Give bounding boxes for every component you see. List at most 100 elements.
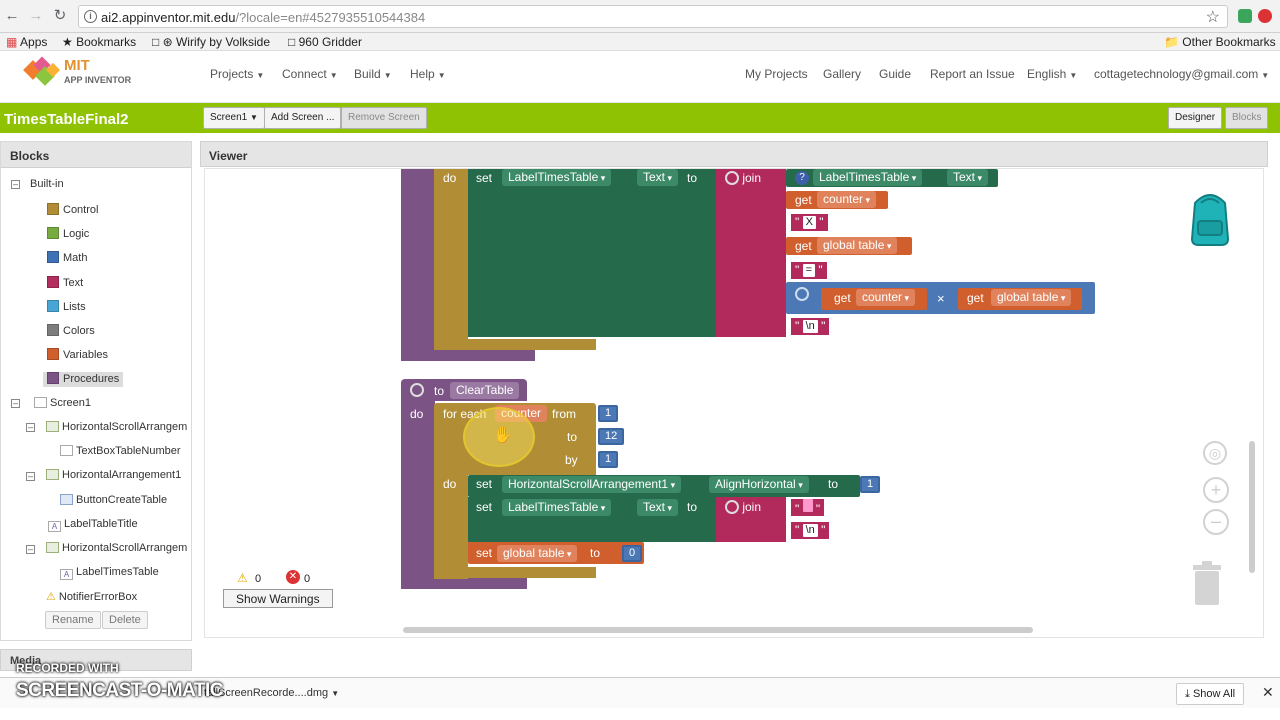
- to-number[interactable]: 12: [598, 428, 625, 445]
- extension-icon-red[interactable]: [1258, 9, 1272, 23]
- category-lists[interactable]: Lists: [47, 300, 86, 313]
- gear-icon[interactable]: [725, 171, 739, 185]
- back-icon[interactable]: ←: [4, 8, 20, 24]
- star-icon[interactable]: ☆: [1206, 7, 1220, 27]
- component-dropdown[interactable]: LabelTimesTable: [502, 169, 612, 186]
- category-colors[interactable]: Colors: [47, 324, 95, 337]
- join-block[interactable]: [716, 169, 786, 337]
- property-dropdown[interactable]: Text: [637, 499, 679, 516]
- tree-button[interactable]: ButtonCreateTable: [60, 494, 167, 506]
- menu-language[interactable]: English ▼: [1027, 67, 1077, 81]
- property-dropdown[interactable]: Text: [637, 169, 679, 186]
- tree-notifier[interactable]: ⚠ NotifierErrorBox: [46, 590, 137, 603]
- var-dropdown[interactable]: counter: [817, 191, 877, 208]
- bookmark-bookmarks[interactable]: ★ Bookmarks: [62, 35, 136, 49]
- center-icon[interactable]: ◎: [1203, 441, 1227, 465]
- horizontal-scrollbar[interactable]: [403, 627, 1033, 633]
- bookmark-other[interactable]: 📁 Other Bookmarks: [1164, 35, 1276, 49]
- menu-build[interactable]: Build ▼: [354, 67, 392, 81]
- tree-hscroll-1[interactable]: HorizontalScrollArrangem: [46, 421, 187, 433]
- link-report-issue[interactable]: Report an Issue: [930, 67, 1015, 81]
- by-number[interactable]: 1: [598, 451, 619, 468]
- tree-hscroll-2[interactable]: HorizontalScrollArrangem: [46, 542, 187, 554]
- component-dropdown[interactable]: LabelTimesTable: [502, 499, 612, 516]
- vertical-scrollbar[interactable]: [1249, 441, 1255, 573]
- address-bar[interactable]: i ai2.appinventor.mit.edu/?locale=en#452…: [78, 5, 1228, 28]
- collapse-icon[interactable]: –: [26, 423, 35, 432]
- set-text-block[interactable]: [468, 169, 716, 337]
- screen-select[interactable]: Screen1 ▼: [203, 107, 265, 129]
- collapse-icon[interactable]: –: [11, 399, 20, 408]
- delete-button[interactable]: Delete: [102, 611, 148, 629]
- procedure-block-body[interactable]: [401, 169, 435, 361]
- mit-logo-icon[interactable]: [22, 55, 62, 89]
- collapse-icon[interactable]: –: [26, 472, 35, 481]
- forward-icon[interactable]: →: [28, 8, 44, 24]
- tree-label-title[interactable]: A LabelTableTitle: [48, 518, 138, 532]
- tree-screen1[interactable]: Screen1: [34, 397, 91, 409]
- join-label: join: [725, 500, 761, 514]
- from-number[interactable]: 1: [598, 405, 619, 422]
- get-component-dropdown[interactable]: LabelTimesTable: [813, 169, 923, 186]
- bookmark-apps[interactable]: ▦ Apps: [6, 35, 47, 49]
- collapse-icon[interactable]: –: [26, 545, 35, 554]
- bookmark-wirify[interactable]: □ ⊛ Wirify by Volkside: [152, 35, 270, 49]
- add-screen-button[interactable]: Add Screen ...: [264, 107, 342, 129]
- for-each-block-body[interactable]: [434, 169, 468, 350]
- menu-connect[interactable]: Connect ▼: [282, 67, 338, 81]
- property-dropdown[interactable]: AlignHorizontal: [709, 476, 809, 493]
- var-dropdown[interactable]: global table: [497, 545, 578, 562]
- info-icon[interactable]: i: [84, 10, 97, 23]
- help-icon[interactable]: ?: [795, 171, 809, 185]
- link-guide[interactable]: Guide: [879, 67, 911, 81]
- empty-string-block[interactable]: " ": [791, 499, 825, 516]
- designer-button[interactable]: Designer: [1168, 107, 1223, 129]
- tree-label-times[interactable]: A LabelTimesTable: [60, 566, 159, 580]
- close-icon[interactable]: ✕: [1262, 684, 1274, 701]
- var-dropdown[interactable]: global table: [817, 237, 898, 254]
- category-math[interactable]: Math: [47, 251, 87, 264]
- link-my-projects[interactable]: My Projects: [745, 67, 808, 81]
- collapse-icon[interactable]: –: [11, 180, 20, 189]
- gear-icon[interactable]: [725, 500, 739, 514]
- bookmark-960[interactable]: □ 960 Gridder: [288, 35, 362, 49]
- zero-number[interactable]: 0: [622, 545, 643, 562]
- rename-button[interactable]: Rename: [45, 611, 101, 629]
- var-dropdown[interactable]: global table: [991, 289, 1072, 306]
- category-control[interactable]: Control: [47, 203, 98, 216]
- newline-string-block[interactable]: " \n ": [791, 522, 830, 539]
- category-logic[interactable]: Logic: [47, 227, 89, 240]
- gear-icon[interactable]: [410, 383, 424, 397]
- trash-icon[interactable]: [1191, 559, 1223, 605]
- menu-projects[interactable]: Projects ▼: [210, 67, 264, 81]
- remove-screen-button[interactable]: Remove Screen: [341, 107, 427, 129]
- gear-icon[interactable]: [795, 287, 809, 301]
- blocks-button[interactable]: Blocks: [1225, 107, 1269, 129]
- tree-harrangement[interactable]: HorizontalArrangement1: [46, 469, 181, 481]
- show-warnings-button[interactable]: Show Warnings: [223, 589, 333, 608]
- menu-account[interactable]: cottagetechnology@gmail.com ▼: [1094, 67, 1269, 81]
- align-number[interactable]: 1: [860, 476, 881, 493]
- procedure-cleartable-body[interactable]: [401, 399, 435, 589]
- zoom-out-icon[interactable]: –: [1203, 509, 1229, 535]
- show-all-button[interactable]: ⤓ Show All: [1176, 683, 1245, 705]
- reload-icon[interactable]: ↻: [52, 8, 68, 24]
- tree-textbox[interactable]: TextBoxTableNumber: [60, 445, 181, 457]
- procedure-name-field[interactable]: ClearTable: [450, 382, 520, 399]
- backpack-icon[interactable]: [1181, 189, 1239, 247]
- menu-help[interactable]: Help ▼: [410, 67, 446, 81]
- zoom-in-icon[interactable]: +: [1203, 477, 1229, 503]
- category-variables[interactable]: Variables: [47, 348, 108, 361]
- component-dropdown[interactable]: HorizontalScrollArrangement1: [502, 476, 682, 493]
- extension-icon[interactable]: [1238, 9, 1252, 23]
- text-string-block[interactable]: " \n ": [791, 318, 830, 335]
- download-item[interactable]: tallScreenRecorde....dmg ▼: [200, 684, 370, 704]
- category-text[interactable]: Text: [47, 276, 83, 289]
- category-procedures[interactable]: Procedures: [43, 372, 124, 387]
- blocks-workspace[interactable]: do set LabelTimesTable Text to join ? La…: [204, 168, 1264, 638]
- get-property-dropdown[interactable]: Text: [947, 169, 989, 186]
- link-gallery[interactable]: Gallery: [823, 67, 861, 81]
- var-dropdown[interactable]: counter: [856, 289, 916, 306]
- text-string-block[interactable]: " X ": [791, 214, 828, 231]
- text-string-block[interactable]: " = ": [791, 262, 827, 279]
